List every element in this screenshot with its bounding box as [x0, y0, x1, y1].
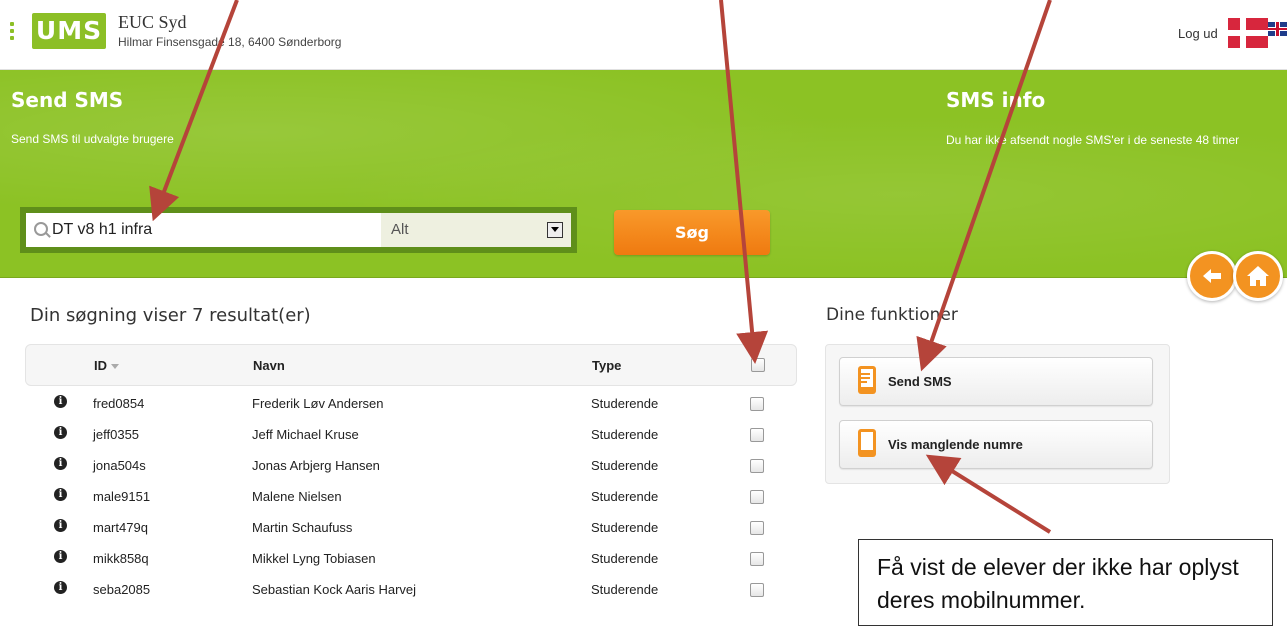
- sort-icon[interactable]: [111, 364, 119, 370]
- english-flag-icon[interactable]: [1268, 22, 1287, 36]
- app-header: UMS EUC Syd Hilmar Finsensgade 18, 6400 …: [0, 0, 1287, 70]
- row-name: Jeff Michael Kruse: [252, 427, 359, 442]
- row-checkbox[interactable]: [750, 552, 764, 566]
- send-sms-subtitle: Send SMS til udvalgte brugere: [11, 132, 174, 146]
- functions-panel: Send SMS Vis manglende numre: [825, 344, 1170, 484]
- row-id: mikk858q: [93, 551, 149, 566]
- row-name: Jonas Arbjerg Hansen: [252, 458, 380, 473]
- search-field-wrapper: Alt: [26, 213, 571, 247]
- row-checkbox[interactable]: [750, 397, 764, 411]
- row-checkbox[interactable]: [750, 521, 764, 535]
- send-sms-button[interactable]: Send SMS: [839, 357, 1153, 406]
- send-sms-title: Send SMS: [11, 88, 124, 112]
- row-type: Studerende: [591, 582, 659, 597]
- menu-dots-icon[interactable]: [10, 22, 16, 42]
- table-row: i fred0854 Frederik Løv Andersen Studere…: [25, 389, 795, 417]
- table-row: i seba2085 Sebastian Kock Aaris Harvej S…: [25, 575, 795, 603]
- table-row: i mikk858q Mikkel Lyng Tobiasen Studeren…: [25, 544, 795, 572]
- show-missing-numbers-label: Vis manglende numre: [888, 437, 1023, 452]
- search-icon: [34, 222, 48, 236]
- filter-select[interactable]: Alt: [381, 213, 571, 247]
- row-id: fred0854: [93, 396, 145, 411]
- row-name: Mikkel Lyng Tobiasen: [252, 551, 376, 566]
- row-name: Malene Nielsen: [252, 489, 342, 504]
- search-button[interactable]: Søg: [614, 210, 770, 255]
- row-id: jeff0355: [93, 427, 140, 442]
- results-table-header: ID Navn Type: [25, 344, 797, 386]
- mobile-phone-icon: [858, 429, 876, 457]
- row-type: Studerende: [591, 458, 659, 473]
- row-name: Sebastian Kock Aaris Harvej: [252, 582, 417, 597]
- info-icon[interactable]: i: [54, 550, 67, 563]
- info-icon[interactable]: i: [54, 581, 67, 594]
- row-name: Frederik Løv Andersen: [252, 396, 384, 411]
- functions-title: Dine funktioner: [826, 305, 958, 325]
- info-icon[interactable]: i: [54, 457, 67, 470]
- row-id: seba2085: [93, 582, 151, 597]
- table-row: i jona504s Jonas Arbjerg Hansen Studeren…: [25, 451, 795, 479]
- home-icon: [1247, 266, 1269, 286]
- row-id: male9151: [93, 489, 151, 504]
- back-button[interactable]: [1187, 251, 1237, 301]
- danish-flag-icon[interactable]: [1228, 18, 1268, 48]
- row-type: Studerende: [591, 489, 659, 504]
- sms-info-text: Du har ikke afsendt nogle SMS'er i de se…: [946, 133, 1240, 147]
- column-header-name[interactable]: Navn: [253, 358, 285, 373]
- row-checkbox[interactable]: [750, 583, 764, 597]
- ums-logo[interactable]: UMS: [32, 13, 106, 49]
- table-row: i mart479q Martin Schaufuss Studerende: [25, 513, 795, 541]
- school-name: EUC Syd: [118, 12, 187, 32]
- row-checkbox[interactable]: [750, 459, 764, 473]
- annotation-callout: Få vist de elever der ikke har oplyst de…: [858, 539, 1273, 626]
- filter-select-value: Alt: [391, 221, 409, 238]
- mobile-phone-icon: [858, 366, 876, 394]
- row-checkbox[interactable]: [750, 490, 764, 504]
- annotation-text: Få vist de elever der ikke har oplyst de…: [877, 554, 1239, 613]
- column-header-id[interactable]: ID: [94, 358, 119, 373]
- row-type: Studerende: [591, 427, 659, 442]
- search-bar: Alt: [20, 207, 577, 253]
- results-title: Din søgning viser 7 resultat(er): [30, 305, 311, 326]
- row-type: Studerende: [591, 396, 659, 411]
- info-icon[interactable]: i: [54, 488, 67, 501]
- row-checkbox[interactable]: [750, 428, 764, 442]
- chevron-down-icon[interactable]: [547, 222, 563, 238]
- show-missing-numbers-button[interactable]: Vis manglende numre: [839, 420, 1153, 469]
- info-icon[interactable]: i: [54, 519, 67, 532]
- select-all-checkbox[interactable]: [751, 358, 765, 372]
- home-button[interactable]: [1233, 251, 1283, 301]
- search-input[interactable]: [52, 213, 372, 247]
- row-name: Martin Schaufuss: [252, 520, 353, 535]
- column-header-type[interactable]: Type: [592, 358, 621, 373]
- row-id: mart479q: [93, 520, 148, 535]
- arrow-left-icon: [1203, 269, 1221, 283]
- row-type: Studerende: [591, 551, 659, 566]
- row-id: jona504s: [93, 458, 146, 473]
- info-icon[interactable]: i: [54, 426, 67, 439]
- send-sms-button-label: Send SMS: [888, 374, 952, 389]
- sms-info-title: SMS info: [946, 88, 1046, 112]
- row-type: Studerende: [591, 520, 659, 535]
- info-icon[interactable]: i: [54, 395, 67, 408]
- school-address: Hilmar Finsensgade 18, 6400 Sønderborg: [118, 35, 342, 49]
- logout-link[interactable]: Log ud: [1178, 26, 1218, 41]
- table-row: i male9151 Malene Nielsen Studerende: [25, 482, 795, 510]
- table-row: i jeff0355 Jeff Michael Kruse Studerende: [25, 420, 795, 448]
